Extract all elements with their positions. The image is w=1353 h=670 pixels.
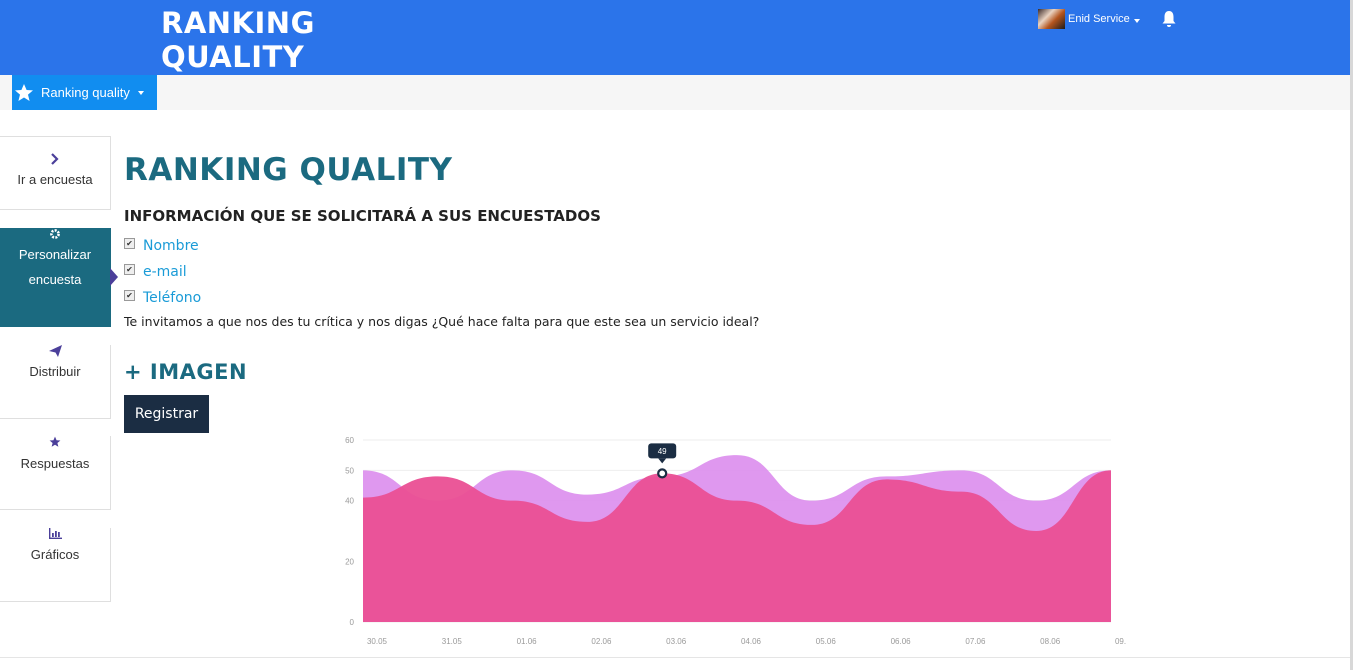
paper-plane-icon xyxy=(48,345,62,357)
user-name: Enid Service xyxy=(1068,13,1130,25)
sidebar-item-personalizar[interactable]: Personalizar encuesta xyxy=(0,228,118,327)
x-tick-label: 01.06 xyxy=(517,637,538,646)
x-tick-label: 09.06 xyxy=(1115,637,1126,646)
chevron-down-icon xyxy=(1133,18,1140,23)
tooltip-label: 49 xyxy=(658,447,667,456)
x-tick-label: 08.06 xyxy=(1040,637,1061,646)
checkbox-telefono[interactable]: ✔ xyxy=(124,289,135,301)
field-label: e-mail xyxy=(143,264,187,280)
star-icon xyxy=(49,436,61,447)
data-point-highlight xyxy=(657,468,668,479)
user-menu[interactable]: Enid Service xyxy=(1038,9,1140,29)
avatar xyxy=(1038,9,1065,29)
sidebar-item-label: Distribuir xyxy=(29,364,81,379)
page-title: RANKING QUALITY xyxy=(124,152,453,188)
x-tick-label: 04.06 xyxy=(741,637,762,646)
x-tick-label: 30.05 xyxy=(367,637,388,646)
gear-icon xyxy=(50,229,60,239)
field-email[interactable]: ✔ e-mail xyxy=(124,263,187,280)
y-tick-label: 50 xyxy=(345,466,354,475)
sidebar: Ir a encuesta Personalizar encuesta Dist… xyxy=(0,136,118,602)
field-label: Nombre xyxy=(143,238,199,254)
bell-icon[interactable] xyxy=(1161,10,1177,28)
sidebar-item-distribuir[interactable]: Distribuir xyxy=(0,345,111,419)
sidebar-item-graficos[interactable]: Gráficos xyxy=(0,528,111,602)
register-button[interactable]: Registrar xyxy=(124,395,209,433)
x-tick-label: 05.06 xyxy=(816,637,837,646)
bar-chart-icon xyxy=(48,528,62,539)
survey-dropdown[interactable]: Ranking quality xyxy=(12,75,157,110)
sidebar-item-label: Ir a encuesta xyxy=(17,172,93,187)
survey-description: Te invitamos a que nos des tu crítica y … xyxy=(124,314,760,329)
x-tick-label: 03.06 xyxy=(666,637,687,646)
x-tick-label: 07.06 xyxy=(965,637,986,646)
checkbox-nombre[interactable]: ✔ xyxy=(124,237,135,249)
footer-divider xyxy=(0,657,1350,658)
field-telefono[interactable]: ✔ Teléfono xyxy=(124,289,202,306)
y-tick-label: 20 xyxy=(345,557,354,566)
sidebar-item-label: Gráficos xyxy=(30,547,80,562)
sidebar-item-ir-a-encuesta[interactable]: Ir a encuesta xyxy=(0,136,111,210)
sidebar-item-respuestas[interactable]: Respuestas xyxy=(0,436,111,510)
top-header: RANKING QUALITY Enid Service xyxy=(0,0,1350,75)
survey-dropdown-label: Ranking quality xyxy=(41,85,130,100)
checkbox-email[interactable]: ✔ xyxy=(124,263,135,275)
field-nombre[interactable]: ✔ Nombre xyxy=(124,237,199,254)
x-tick-label: 02.06 xyxy=(591,637,612,646)
section-heading: INFORMACIÓN QUE SE SOLICITARÁ A SUS ENCU… xyxy=(124,207,601,225)
sidebar-item-label-line2: encuesta xyxy=(28,272,82,287)
x-tick-label: 31.05 xyxy=(442,637,463,646)
sub-nav-bar xyxy=(0,75,1350,110)
y-tick-label: 60 xyxy=(345,436,354,445)
brand-line-1: RANKING xyxy=(161,6,315,40)
sidebar-item-label: Respuestas xyxy=(20,456,90,471)
brand-logo[interactable]: RANKING QUALITY xyxy=(161,6,315,74)
add-image-link[interactable]: + IMAGEN xyxy=(124,360,247,384)
chevron-down-icon xyxy=(137,91,144,95)
y-tick-label: 40 xyxy=(345,497,354,506)
chevron-right-icon xyxy=(51,153,59,165)
y-tick-label: 0 xyxy=(350,618,355,627)
sidebar-item-label-line1: Personalizar xyxy=(18,247,92,262)
tooltip-pointer xyxy=(658,458,667,464)
star-icon xyxy=(15,83,33,101)
x-tick-label: 06.06 xyxy=(891,637,912,646)
field-label: Teléfono xyxy=(143,290,202,306)
area-chart: 60 50 40 20 0 30.05 31.05 01.06 02.06 03.06 04.06 0… xyxy=(345,436,1126,646)
brand-line-2: QUALITY xyxy=(161,40,305,74)
